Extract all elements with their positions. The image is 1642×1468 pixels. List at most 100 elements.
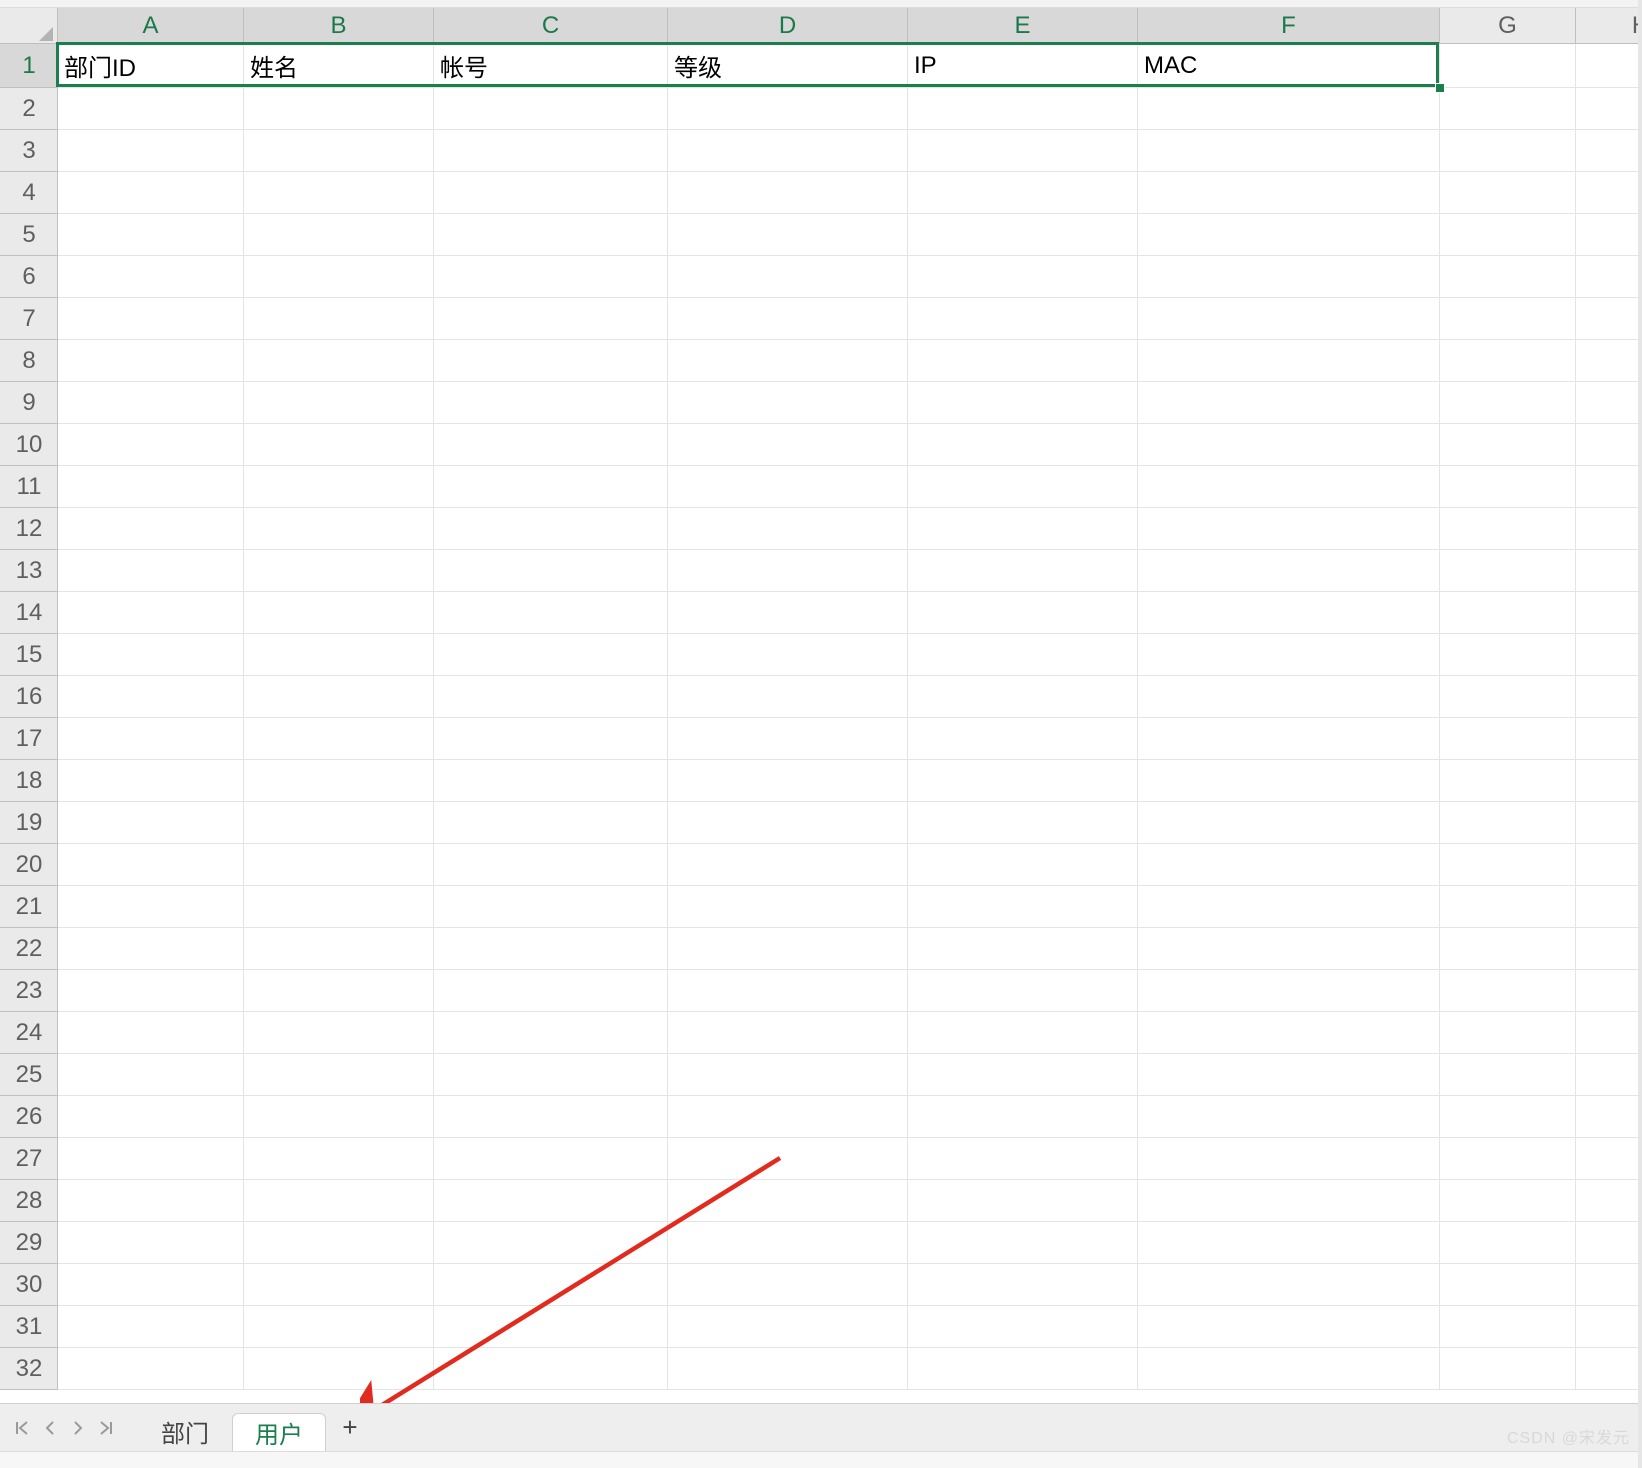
tab-nav-first[interactable]: [8, 1410, 36, 1446]
cell-D32[interactable]: [668, 1348, 908, 1390]
cell-G8[interactable]: [1440, 340, 1576, 382]
cell-G31[interactable]: [1440, 1306, 1576, 1348]
cell-C17[interactable]: [434, 718, 668, 760]
cell-A9[interactable]: [58, 382, 244, 424]
cell-D1[interactable]: 等级: [668, 44, 908, 88]
cell-D29[interactable]: [668, 1222, 908, 1264]
cell-A1[interactable]: 部门ID: [58, 44, 244, 88]
cell-D26[interactable]: [668, 1096, 908, 1138]
cell-C7[interactable]: [434, 298, 668, 340]
cell-A19[interactable]: [58, 802, 244, 844]
cell-E4[interactable]: [908, 172, 1138, 214]
cell-B19[interactable]: [244, 802, 434, 844]
row-header-24[interactable]: 24: [0, 1012, 58, 1054]
cell-B29[interactable]: [244, 1222, 434, 1264]
cell-G15[interactable]: [1440, 634, 1576, 676]
row-header-2[interactable]: 2: [0, 88, 58, 130]
cell-F31[interactable]: [1138, 1306, 1440, 1348]
cell-C16[interactable]: [434, 676, 668, 718]
cell-F19[interactable]: [1138, 802, 1440, 844]
cell-D19[interactable]: [668, 802, 908, 844]
row-header-9[interactable]: 9: [0, 382, 58, 424]
cell-A8[interactable]: [58, 340, 244, 382]
cell-F25[interactable]: [1138, 1054, 1440, 1096]
cell-H28[interactable]: [1576, 1180, 1642, 1222]
tab-nav-prev[interactable]: [36, 1410, 64, 1446]
cell-A30[interactable]: [58, 1264, 244, 1306]
cell-E32[interactable]: [908, 1348, 1138, 1390]
cell-A6[interactable]: [58, 256, 244, 298]
cell-A29[interactable]: [58, 1222, 244, 1264]
cell-A21[interactable]: [58, 886, 244, 928]
cell-C19[interactable]: [434, 802, 668, 844]
cell-C25[interactable]: [434, 1054, 668, 1096]
cell-B15[interactable]: [244, 634, 434, 676]
cell-F13[interactable]: [1138, 550, 1440, 592]
row-header-13[interactable]: 13: [0, 550, 58, 592]
cell-B17[interactable]: [244, 718, 434, 760]
cell-B11[interactable]: [244, 466, 434, 508]
sheet-tab-0[interactable]: 部门: [138, 1412, 232, 1452]
cell-C8[interactable]: [434, 340, 668, 382]
cell-H2[interactable]: [1576, 88, 1642, 130]
cell-F15[interactable]: [1138, 634, 1440, 676]
cell-C26[interactable]: [434, 1096, 668, 1138]
row-header-16[interactable]: 16: [0, 676, 58, 718]
cell-F20[interactable]: [1138, 844, 1440, 886]
cell-G21[interactable]: [1440, 886, 1576, 928]
cell-G30[interactable]: [1440, 1264, 1576, 1306]
cell-F3[interactable]: [1138, 130, 1440, 172]
cell-G3[interactable]: [1440, 130, 1576, 172]
cell-G17[interactable]: [1440, 718, 1576, 760]
cell-F24[interactable]: [1138, 1012, 1440, 1054]
cell-E26[interactable]: [908, 1096, 1138, 1138]
select-all-corner[interactable]: [0, 8, 58, 44]
cell-G26[interactable]: [1440, 1096, 1576, 1138]
cell-D18[interactable]: [668, 760, 908, 802]
cell-B8[interactable]: [244, 340, 434, 382]
cell-B14[interactable]: [244, 592, 434, 634]
row-header-8[interactable]: 8: [0, 340, 58, 382]
sheet-tab-1[interactable]: 用户: [232, 1413, 326, 1453]
cell-C24[interactable]: [434, 1012, 668, 1054]
cell-E11[interactable]: [908, 466, 1138, 508]
cell-E7[interactable]: [908, 298, 1138, 340]
cell-D25[interactable]: [668, 1054, 908, 1096]
cell-A18[interactable]: [58, 760, 244, 802]
cell-G14[interactable]: [1440, 592, 1576, 634]
cell-H6[interactable]: [1576, 256, 1642, 298]
row-header-19[interactable]: 19: [0, 802, 58, 844]
cell-B4[interactable]: [244, 172, 434, 214]
cell-E15[interactable]: [908, 634, 1138, 676]
row-header-4[interactable]: 4: [0, 172, 58, 214]
row-header-31[interactable]: 31: [0, 1306, 58, 1348]
cell-E21[interactable]: [908, 886, 1138, 928]
row-header-25[interactable]: 25: [0, 1054, 58, 1096]
cell-D15[interactable]: [668, 634, 908, 676]
cell-H30[interactable]: [1576, 1264, 1642, 1306]
cell-E19[interactable]: [908, 802, 1138, 844]
cell-D4[interactable]: [668, 172, 908, 214]
row-header-15[interactable]: 15: [0, 634, 58, 676]
cell-G16[interactable]: [1440, 676, 1576, 718]
cell-D11[interactable]: [668, 466, 908, 508]
cell-B23[interactable]: [244, 970, 434, 1012]
cell-H12[interactable]: [1576, 508, 1642, 550]
cell-E24[interactable]: [908, 1012, 1138, 1054]
cell-E13[interactable]: [908, 550, 1138, 592]
cell-B13[interactable]: [244, 550, 434, 592]
row-header-27[interactable]: 27: [0, 1138, 58, 1180]
cell-F17[interactable]: [1138, 718, 1440, 760]
cell-B31[interactable]: [244, 1306, 434, 1348]
cell-E31[interactable]: [908, 1306, 1138, 1348]
cell-B24[interactable]: [244, 1012, 434, 1054]
row-header-11[interactable]: 11: [0, 466, 58, 508]
cell-B30[interactable]: [244, 1264, 434, 1306]
row-header-32[interactable]: 32: [0, 1348, 58, 1390]
cell-F14[interactable]: [1138, 592, 1440, 634]
cell-F21[interactable]: [1138, 886, 1440, 928]
tab-nav-last[interactable]: [92, 1410, 120, 1446]
cell-E8[interactable]: [908, 340, 1138, 382]
cell-C23[interactable]: [434, 970, 668, 1012]
cell-D21[interactable]: [668, 886, 908, 928]
